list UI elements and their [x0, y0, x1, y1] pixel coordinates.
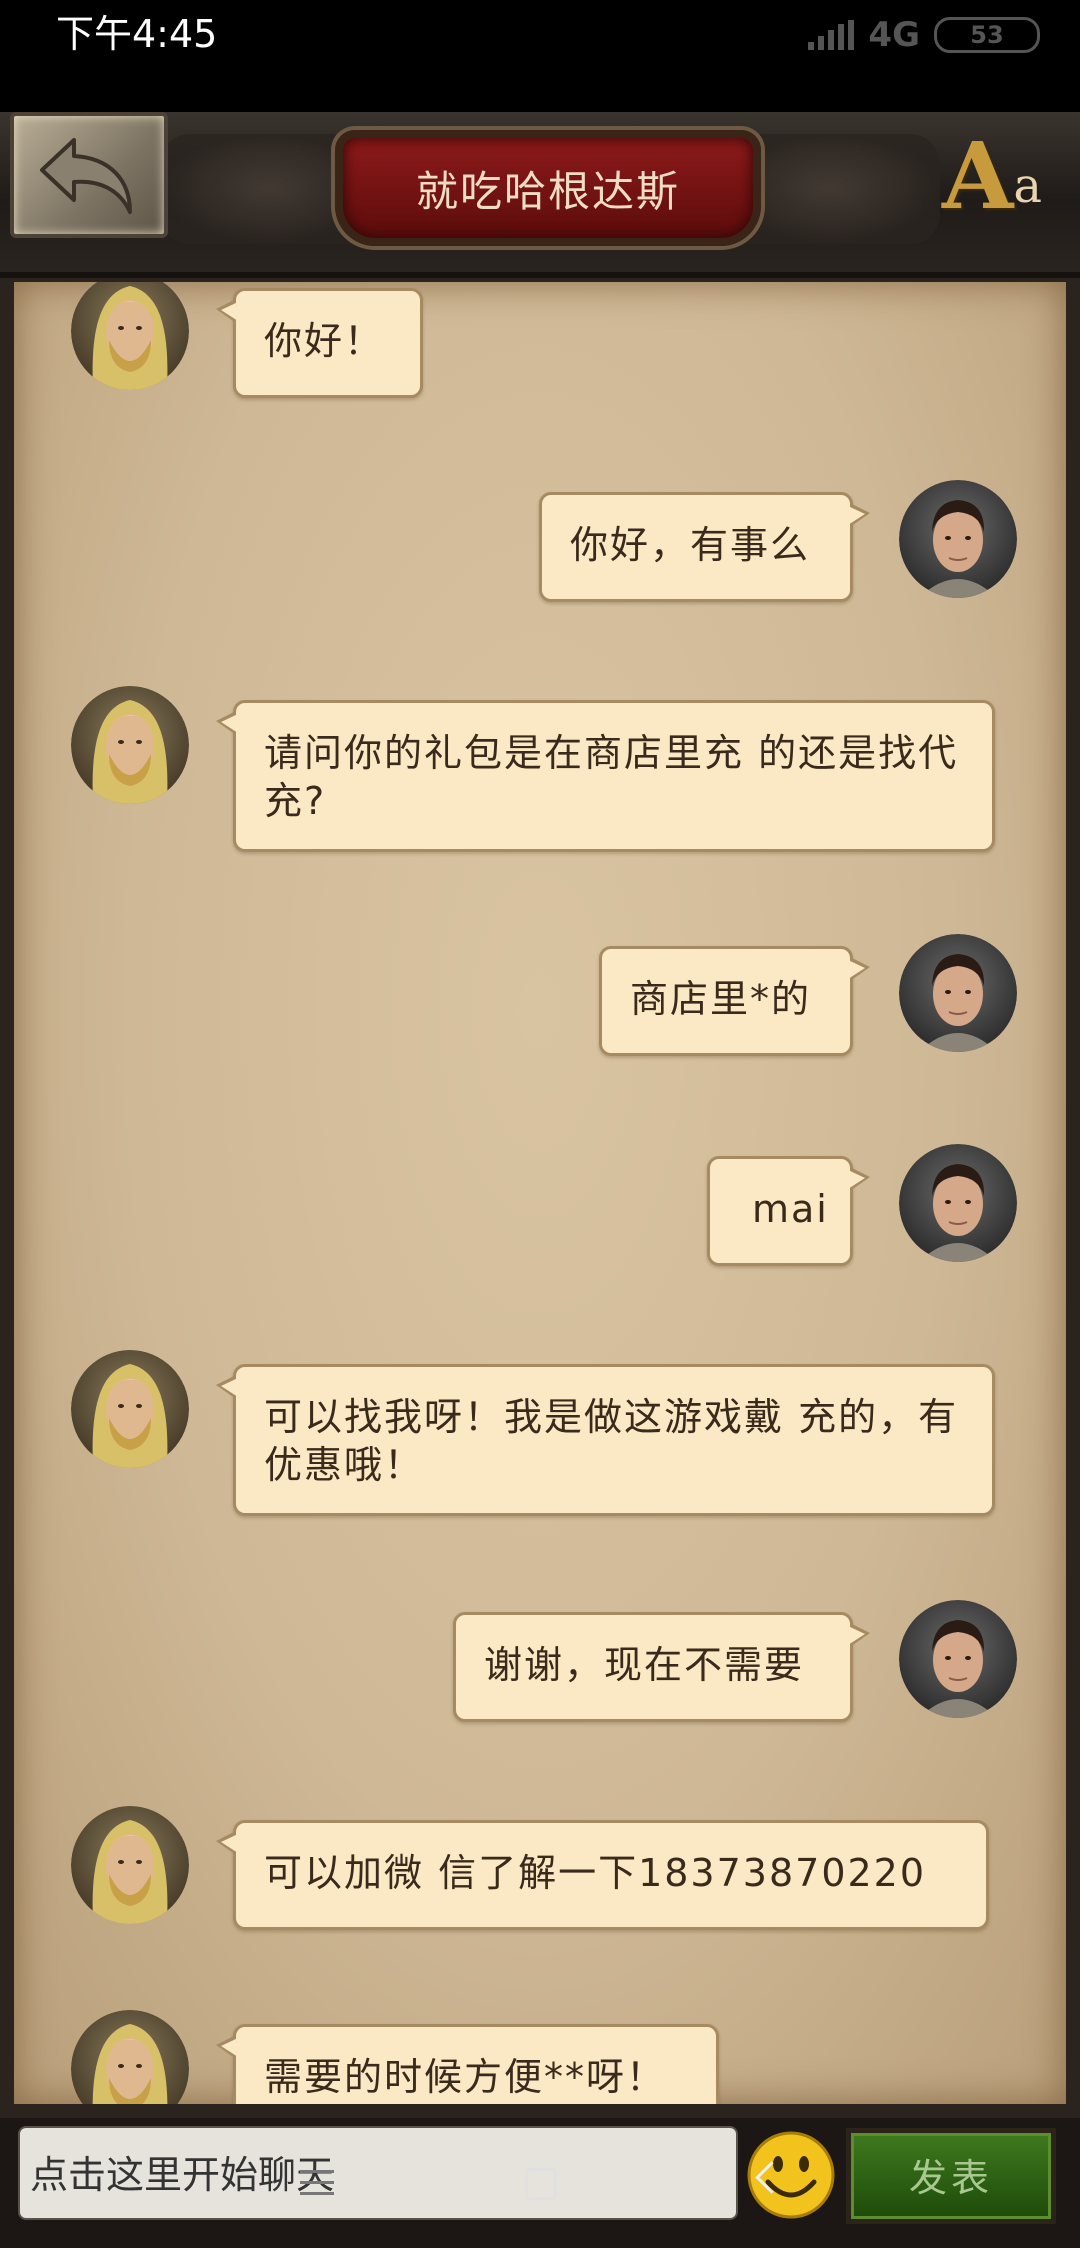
message-text: 需要的时候方便**呀！	[264, 2055, 667, 2099]
font-size-button[interactable]: A a	[942, 116, 1042, 226]
font-icon-small: a	[1013, 158, 1043, 214]
message-text: 你好，有事么	[570, 523, 811, 567]
message-bubble: 商店里*的	[599, 946, 870, 1056]
message-text: 你好！	[264, 319, 385, 363]
back-arrow-icon	[40, 138, 132, 214]
font-icon-big: A	[942, 122, 1014, 230]
nav-menu-icon[interactable]	[300, 2170, 334, 2203]
message-bubble: mai	[707, 1156, 870, 1266]
chat-input-field[interactable]: 点击这里开始聊天	[18, 2126, 738, 2220]
chat-title-banner: 就吃哈根达斯	[335, 130, 761, 246]
message-text: 商店里*的	[630, 977, 812, 1021]
status-bar: 下午4:45 4G 53	[0, 0, 1080, 112]
contact-avatar[interactable]	[71, 282, 189, 390]
message-bubble: 可以加微 信了解一下18373870220	[216, 1820, 989, 1930]
signal-icon	[808, 20, 855, 50]
user-avatar[interactable]	[899, 480, 1017, 598]
contact-avatar[interactable]	[71, 1350, 189, 1468]
message-text: mai	[752, 1187, 829, 1231]
chat-frame: 你好！ 你好，有事么 请问你的礼包是在商店里充 的还是找代 充? 商店里*的 m…	[0, 278, 1080, 2118]
message-bubble: 需要的时候方便**呀！	[216, 2024, 719, 2104]
status-indicators: 4G 53	[808, 12, 1040, 58]
chat-header: 就吃哈根达斯 A a	[0, 112, 1080, 278]
message-text: 请问你的礼包是在商店里充 的还是找代 充?	[264, 731, 959, 823]
network-type: 4G	[868, 15, 920, 55]
status-time: 下午4:45	[56, 12, 218, 56]
user-avatar[interactable]	[899, 934, 1017, 1052]
user-avatar[interactable]	[899, 1600, 1017, 1718]
message-text: 可以加微 信了解一下18373870220	[264, 1851, 927, 1895]
contact-avatar[interactable]	[71, 2010, 189, 2104]
message-bubble: 请问你的礼包是在商店里充 的还是找代 充?	[216, 700, 995, 852]
message-bubble: 你好，有事么	[539, 492, 870, 602]
send-button[interactable]: 发表	[846, 2128, 1056, 2224]
nav-home-icon[interactable]	[525, 2168, 557, 2200]
message-bubble: 谢谢，现在不需要	[453, 1612, 870, 1722]
message-text: 谢谢，现在不需要	[484, 1643, 805, 1687]
message-bubble: 你好！	[216, 288, 423, 398]
chat-title: 就吃哈根达斯	[415, 166, 680, 216]
message-bubble: 可以找我呀！我是做这游戏戴 充的，有优惠哦！	[216, 1364, 995, 1516]
battery-icon: 53	[934, 17, 1040, 53]
back-button[interactable]	[10, 112, 168, 238]
message-list[interactable]: 你好！ 你好，有事么 请问你的礼包是在商店里充 的还是找代 充? 商店里*的 m…	[14, 282, 1066, 2104]
contact-avatar[interactable]	[71, 1806, 189, 1924]
contact-avatar[interactable]	[71, 686, 189, 804]
message-text: 可以找我呀！我是做这游戏戴 充的，有优惠哦！	[264, 1395, 959, 1487]
user-avatar[interactable]	[899, 1144, 1017, 1262]
